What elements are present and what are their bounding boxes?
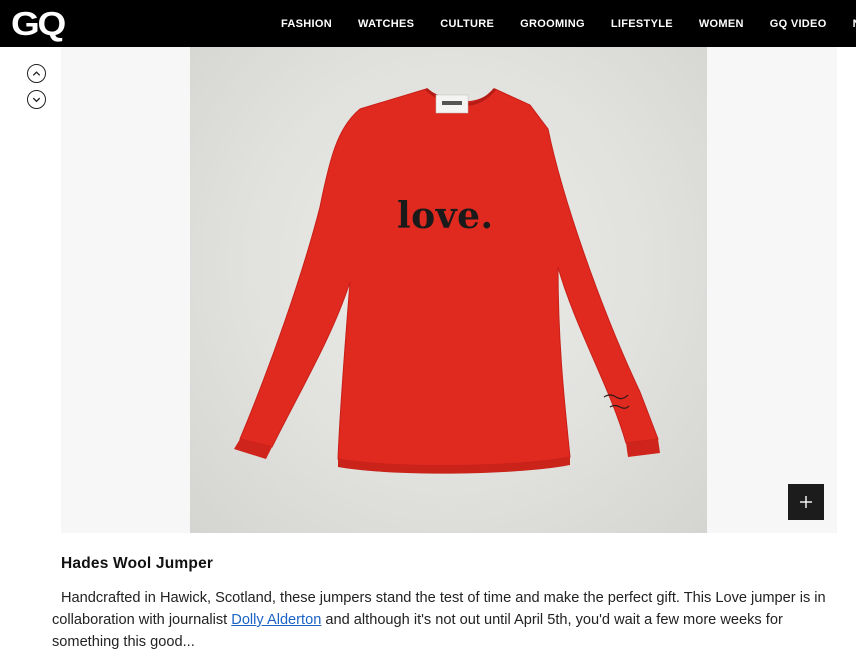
- main-nav: FASHION WATCHES CULTURE GROOMING LIFESTY…: [281, 0, 856, 47]
- nav-item-fashion[interactable]: FASHION: [281, 18, 332, 30]
- product-title: Hades Wool Jumper: [61, 555, 214, 572]
- chevron-down-icon: [32, 97, 41, 103]
- previous-slide-button[interactable]: [27, 64, 46, 83]
- nav-item-grooming[interactable]: GROOMING: [520, 18, 585, 30]
- plus-icon: [800, 496, 812, 508]
- dolly-alderton-link[interactable]: Dolly Alderton: [231, 612, 321, 628]
- nav-item-culture[interactable]: CULTURE: [440, 18, 494, 30]
- expand-image-button[interactable]: [788, 484, 824, 520]
- nav-item-more[interactable]: N: [853, 18, 856, 30]
- chevron-up-icon: [32, 71, 41, 76]
- product-description: Handcrafted in Hawick, Scotland, these j…: [52, 587, 842, 653]
- gq-logo[interactable]: GQ: [11, 6, 66, 42]
- sweater-print-text: love.: [397, 195, 494, 237]
- top-navigation-bar: GQ FASHION WATCHES CULTURE GROOMING LIFE…: [0, 0, 856, 47]
- nav-item-watches[interactable]: WATCHES: [358, 18, 414, 30]
- nav-item-women[interactable]: WOMEN: [699, 18, 744, 30]
- nav-item-lifestyle[interactable]: LIFESTYLE: [611, 18, 673, 30]
- next-slide-button[interactable]: [27, 90, 46, 109]
- nav-item-gq-video[interactable]: GQ VIDEO: [770, 18, 827, 30]
- product-gallery: love.: [61, 47, 837, 533]
- product-image[interactable]: love.: [190, 47, 707, 533]
- red-jumper-illustration: [234, 87, 660, 474]
